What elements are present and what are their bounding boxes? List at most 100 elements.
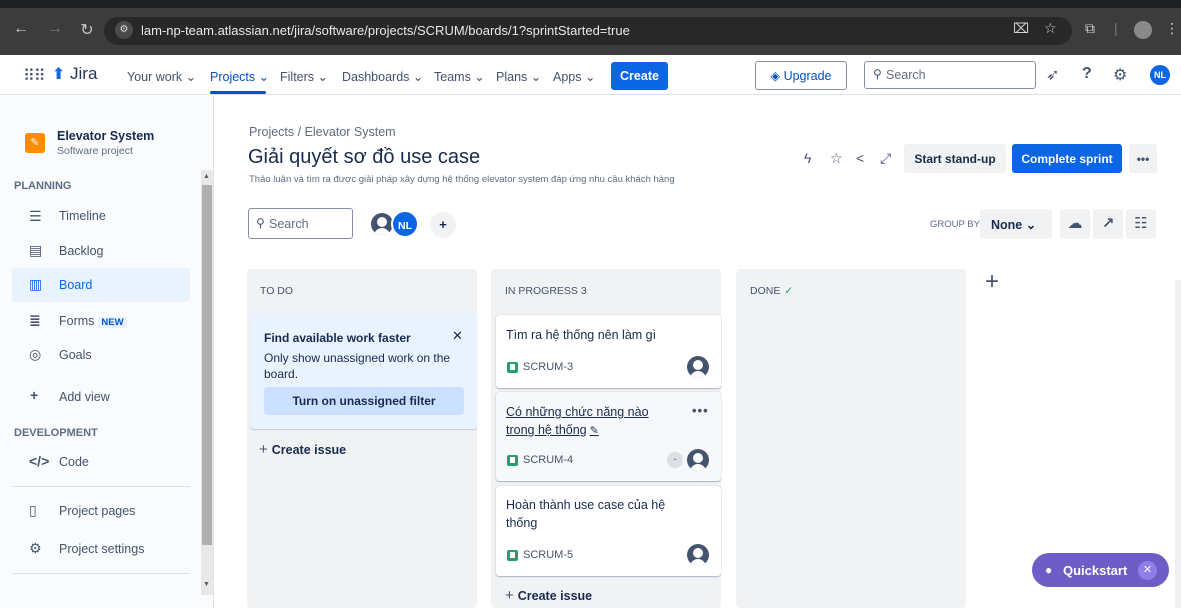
- back-icon[interactable]: ←: [10, 20, 32, 38]
- user-avatar[interactable]: NL: [1150, 65, 1170, 85]
- create-issue-in-progress[interactable]: + Create issue: [505, 587, 592, 604]
- more-actions-button[interactable]: •••: [1129, 144, 1157, 173]
- nav-plans[interactable]: Plans ⌄: [496, 69, 541, 84]
- lightbulb-icon: ●: [1045, 563, 1053, 577]
- nav-dashboards[interactable]: Dashboards ⌄: [342, 69, 423, 84]
- nav-your-work[interactable]: Your work ⌄: [127, 69, 196, 84]
- card-more-icon[interactable]: •••: [692, 403, 709, 418]
- issue-key[interactable]: SCRUM-5: [523, 549, 573, 561]
- sidebar-item-project-pages[interactable]: ▯ Project pages: [12, 494, 190, 528]
- add-column-icon[interactable]: +: [979, 269, 1005, 297]
- top-search-placeholder: Search: [886, 68, 926, 82]
- project-type: Software project: [57, 145, 133, 157]
- close-icon[interactable]: ✕: [452, 328, 463, 344]
- assignee-avatar-icon[interactable]: [687, 449, 709, 471]
- column-title-done: DONE ✓: [750, 285, 793, 297]
- bookmark-star-icon[interactable]: ☆: [1044, 20, 1057, 37]
- jira-logo-icon[interactable]: ⬆: [52, 64, 65, 84]
- goals-icon: ◎: [29, 346, 42, 362]
- quickstart-label[interactable]: Quickstart: [1063, 563, 1127, 578]
- create-issue-label: Create issue: [517, 589, 593, 603]
- notifications-rocket-icon[interactable]: ➶: [1046, 65, 1059, 85]
- sidebar-item-forms[interactable]: ≣ Forms NEW: [12, 304, 190, 338]
- jira-product-name[interactable]: Jira: [70, 64, 97, 84]
- sidebar-item-board[interactable]: ▥ Board: [12, 268, 190, 302]
- sidebar-scroll-thumb[interactable]: [202, 185, 212, 545]
- sidebar-item-backlog[interactable]: ▤ Backlog: [12, 234, 190, 268]
- settings-gear-icon[interactable]: ⚙: [1113, 65, 1127, 85]
- issue-summary-text: Có những chức năng nào trong hệ thống: [506, 405, 649, 437]
- forward-icon[interactable]: →: [44, 20, 66, 38]
- unassigned-filter-button[interactable]: Turn on unassigned filter: [264, 387, 464, 415]
- translate-icon[interactable]: ⌧: [1013, 20, 1029, 37]
- url-text[interactable]: lam-np-team.atlassian.net/jira/software/…: [141, 23, 630, 38]
- add-people-icon[interactable]: +: [430, 212, 456, 238]
- automation-bolt-icon[interactable]: ϟ: [804, 150, 811, 166]
- issue-key[interactable]: SCRUM-4: [523, 454, 573, 466]
- scroll-up-arrow-icon[interactable]: ▲: [203, 173, 210, 180]
- estimate-badge[interactable]: -: [667, 452, 683, 468]
- nav-apps[interactable]: Apps ⌄: [553, 69, 595, 84]
- sidebar-item-project-settings[interactable]: ⚙ Project settings: [12, 532, 190, 566]
- fullscreen-icon[interactable]: ⤢: [880, 150, 891, 167]
- sidebar-item-add-view[interactable]: + Add view: [12, 380, 190, 414]
- sidebar-item-goals[interactable]: ◎ Goals: [12, 338, 190, 372]
- help-icon[interactable]: ?: [1082, 65, 1092, 83]
- nav-teams[interactable]: Teams ⌄: [434, 69, 485, 84]
- main-scrollbar[interactable]: [1175, 280, 1181, 608]
- assignee-avatar-icon[interactable]: [687, 356, 709, 378]
- sidebar-item-label: Forms NEW: [59, 314, 127, 328]
- sidebar-item-label: Timeline: [59, 209, 106, 223]
- sidebar-item-code[interactable]: </> Code: [12, 445, 190, 479]
- nav-filters[interactable]: Filters ⌄: [280, 69, 328, 84]
- edit-pencil-icon[interactable]: ✎: [590, 425, 599, 437]
- view-settings-icon[interactable]: ☷: [1126, 209, 1156, 239]
- browser-profile-avatar[interactable]: [1134, 21, 1152, 39]
- issue-summary[interactable]: Tìm ra hệ thống nên làm gì: [506, 326, 676, 344]
- backlog-icon: ▤: [29, 242, 43, 258]
- nav-projects[interactable]: Projects ⌄: [210, 69, 269, 84]
- sidebar-item-label: Project settings: [59, 542, 145, 556]
- star-icon[interactable]: ☆: [830, 150, 843, 167]
- breadcrumb[interactable]: Projects / Elevator System: [249, 125, 396, 139]
- issue-key[interactable]: SCRUM-3: [523, 361, 573, 373]
- scroll-down-arrow-icon[interactable]: ▼: [203, 581, 210, 588]
- sidebar-item-label: Code: [59, 455, 89, 469]
- project-name[interactable]: Elevator System: [57, 129, 154, 143]
- upgrade-button[interactable]: ◈ Upgrade: [755, 61, 847, 90]
- browser-menu-icon[interactable]: ⋮: [1165, 20, 1179, 37]
- create-button[interactable]: Create: [611, 62, 668, 90]
- share-icon[interactable]: <: [856, 150, 864, 166]
- create-issue-todo[interactable]: + Create issue: [259, 441, 346, 458]
- close-icon[interactable]: ✕: [1138, 561, 1157, 580]
- issue-summary[interactable]: Hoàn thành use case của hệ thống: [506, 496, 676, 532]
- new-badge: NEW: [98, 317, 127, 328]
- nav-active-indicator: [210, 91, 266, 94]
- sprint-goal: Thảo luận và tìm ra được giải pháp xây d…: [249, 174, 675, 185]
- board-icon: ▥: [29, 276, 43, 292]
- reload-icon[interactable]: ↻: [76, 20, 98, 40]
- board-search-placeholder: Search: [269, 217, 309, 231]
- group-by-select[interactable]: None ⌄: [980, 209, 1052, 239]
- complete-sprint-button[interactable]: Complete sprint: [1012, 144, 1122, 173]
- insights-chart-icon[interactable]: ↗: [1093, 209, 1123, 239]
- search-icon: ⚲: [873, 67, 882, 81]
- column-done: [736, 269, 966, 608]
- page-icon: ▯: [29, 502, 37, 518]
- hint-title: Find available work faster: [264, 331, 411, 345]
- issue-summary[interactable]: Có những chức năng nào trong hệ thống ✎: [506, 403, 676, 440]
- start-standup-button[interactable]: Start stand-up: [904, 144, 1006, 173]
- assignee-avatar-icon[interactable]: [687, 544, 709, 566]
- search-icon: ⚲: [256, 216, 265, 230]
- plus-icon: +: [505, 587, 514, 604]
- release-icon[interactable]: ☁: [1060, 209, 1090, 239]
- extensions-icon[interactable]: ⧉: [1085, 20, 1095, 37]
- sidebar-item-timeline[interactable]: ☰ Timeline: [12, 200, 190, 234]
- user-avatar-filter[interactable]: NL: [391, 210, 419, 238]
- column-title-todo: TO DO: [260, 285, 294, 297]
- site-info-icon[interactable]: ⚙: [115, 21, 133, 39]
- app-switcher-icon[interactable]: ⠿⠿: [23, 66, 45, 86]
- sidebar-divider: [12, 486, 190, 487]
- sidebar-item-label: Project pages: [59, 504, 136, 518]
- toolbar-divider: |: [1114, 20, 1118, 36]
